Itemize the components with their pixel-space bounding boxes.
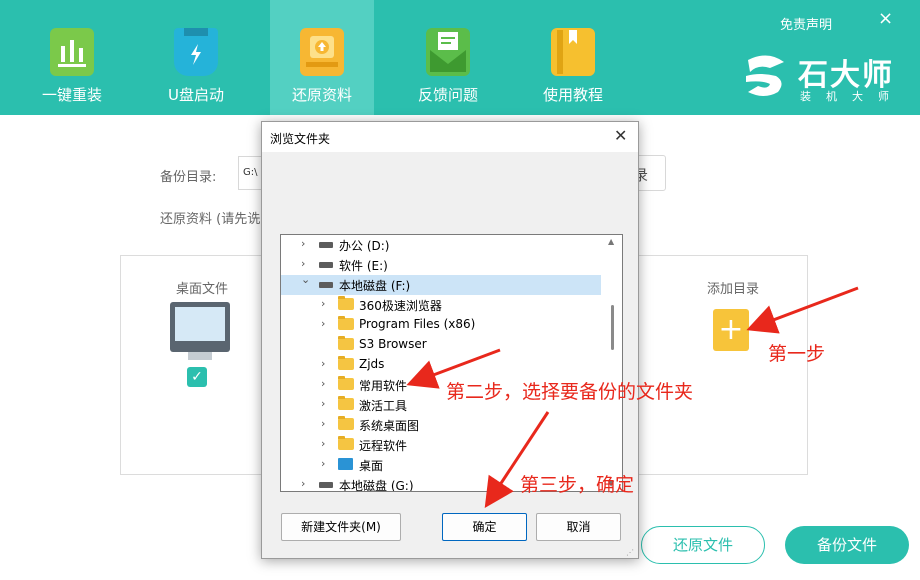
folder-icon: [338, 396, 354, 410]
chevron-right-icon[interactable]: ›: [301, 237, 305, 250]
bar-chart-icon: [50, 28, 94, 76]
folder-icon: [338, 296, 354, 310]
desktop-files-checkbox[interactable]: ✓: [187, 367, 207, 387]
drive-icon: [319, 242, 333, 248]
disclaimer-link[interactable]: 免责声明: [780, 14, 832, 33]
tree-item-label: 系统桌面图: [359, 419, 420, 433]
tree-item-drive-d[interactable]: › 办公 (D:): [281, 235, 601, 255]
add-directory-icon[interactable]: +: [713, 309, 749, 351]
tree-item-label: 桌面: [359, 459, 384, 473]
tree-item-folder[interactable]: S3 Browser: [281, 335, 601, 355]
tree-scrollbar[interactable]: [611, 305, 614, 350]
tree-item-label: 办公 (D:): [339, 239, 390, 253]
chevron-right-icon[interactable]: ›: [321, 377, 325, 390]
chevron-right-icon[interactable]: ›: [301, 257, 305, 270]
nav-label-usb-boot: U盘启动: [168, 86, 224, 104]
add-dir-label: 添加目录: [707, 282, 760, 297]
tutorial-book-icon: [551, 28, 595, 76]
desktop-monitor-icon: [170, 302, 230, 352]
nav-item-reinstall[interactable]: 一键重装: [20, 0, 124, 115]
tree-item-drive-e[interactable]: › 软件 (E:): [281, 255, 601, 275]
tree-item-label: Program Files (x86): [359, 317, 476, 331]
nav-item-tutorial[interactable]: 使用教程: [521, 0, 625, 115]
folder-icon: [338, 376, 354, 390]
chevron-down-icon[interactable]: ⌄: [301, 273, 310, 286]
plus-icon: +: [718, 312, 744, 347]
window-close-icon[interactable]: ×: [878, 8, 893, 29]
chevron-right-icon[interactable]: ›: [321, 417, 325, 430]
usb-drive-icon: [174, 28, 218, 76]
chevron-right-icon[interactable]: ›: [321, 457, 325, 470]
scroll-up-icon[interactable]: ▲: [608, 237, 614, 246]
cancel-button[interactable]: 取消: [536, 513, 621, 541]
tree-item-label: 激活工具: [359, 399, 408, 413]
new-folder-button[interactable]: 新建文件夹(M): [281, 513, 401, 541]
chevron-right-icon[interactable]: ›: [301, 477, 305, 490]
desktop-files-label: 桌面文件: [176, 282, 229, 297]
tree-item-folder[interactable]: › 系统桌面图: [281, 415, 601, 435]
tree-item-label: 360极速浏览器: [359, 299, 442, 313]
nav-item-feedback[interactable]: 反馈问题: [396, 0, 500, 115]
monitor-stand: [188, 352, 212, 360]
brand-logo-icon: [740, 52, 790, 100]
nav-item-restore[interactable]: 还原资料: [270, 0, 374, 115]
chevron-right-icon[interactable]: ›: [321, 297, 325, 310]
tree-item-drive-f[interactable]: ⌄ 本地磁盘 (F:): [281, 273, 601, 295]
restore-hint-text: 还原资料 (请先诜: [160, 212, 261, 227]
monitor-screen: [175, 307, 225, 341]
restore-files-button[interactable]: 还原文件: [641, 526, 765, 564]
nav-label-feedback: 反馈问题: [417, 86, 478, 104]
brand-subtitle: 装机大师: [800, 90, 904, 103]
tree-item-folder[interactable]: › Zjds: [281, 355, 601, 375]
nav-label-reinstall: 一键重装: [41, 86, 102, 104]
chevron-right-icon[interactable]: ›: [321, 397, 325, 410]
folder-icon: [338, 336, 354, 350]
tree-item-folder[interactable]: › 远程软件: [281, 435, 601, 455]
app-header: 一键重装 U盘启动 还原资料 反馈问题 使用教程 免责声明 × 石大师 装机大师: [0, 0, 920, 115]
tree-item-label: S3 Browser: [359, 337, 427, 351]
restore-icon: [300, 28, 344, 76]
tree-item-label: Zjds: [359, 357, 385, 371]
nav-label-restore: 还原资料: [291, 86, 352, 104]
tree-item-folder[interactable]: › Program Files (x86): [281, 315, 601, 335]
drive-icon: [319, 282, 333, 288]
drive-icon: [319, 482, 333, 488]
folder-icon: [338, 356, 354, 370]
drive-icon: [319, 262, 333, 268]
tree-item-label: 常用软件: [359, 379, 408, 393]
nav-item-usb-boot[interactable]: U盘启动: [144, 0, 248, 115]
dialog-title: 浏览文件夹: [270, 132, 331, 146]
nav-label-tutorial: 使用教程: [542, 86, 603, 104]
folder-tree[interactable]: ▲ ▼ › 办公 (D:) › 软件 (E:) ⌄ 本地磁盘 (F:) › 36…: [280, 234, 623, 492]
dialog-close-icon[interactable]: ✕: [614, 126, 627, 145]
desktop-icon: [338, 458, 353, 470]
tree-item-label: 软件 (E:): [339, 259, 388, 273]
backup-dir-label: 备份目录:: [160, 170, 217, 185]
tree-item-label: 本地磁盘 (G:): [339, 479, 414, 492]
folder-icon: [338, 316, 354, 330]
resize-grip-icon[interactable]: ⋰: [626, 548, 634, 557]
tree-item-folder[interactable]: › 360极速浏览器: [281, 295, 601, 315]
backup-files-button[interactable]: 备份文件: [785, 526, 909, 564]
ok-button[interactable]: 确定: [442, 513, 527, 541]
chevron-right-icon[interactable]: ›: [321, 357, 325, 370]
folder-icon: [338, 416, 354, 430]
dialog-titlebar: 浏览文件夹 ✕: [262, 122, 638, 152]
tree-item-label: 本地磁盘 (F:): [339, 279, 411, 293]
chevron-right-icon[interactable]: ›: [321, 437, 325, 450]
folder-icon: [338, 436, 354, 450]
step1-annotation: 第一步: [768, 343, 826, 365]
feedback-mail-icon: [426, 28, 470, 76]
tree-item-label: 远程软件: [359, 439, 408, 453]
chevron-right-icon[interactable]: ›: [321, 317, 325, 330]
step2-annotation: 第二步，选择要备份的文件夹: [446, 381, 694, 403]
step3-annotation: 第三步，确定: [520, 474, 635, 496]
